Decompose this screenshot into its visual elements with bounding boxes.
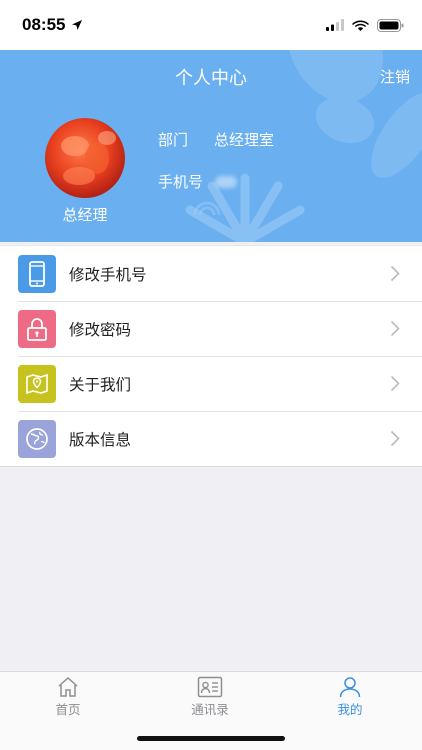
person-icon [339,677,361,698]
phone-value-redacted [215,175,238,188]
tab-home[interactable]: 首页 [28,676,108,718]
chevron-right-icon [390,430,400,447]
page-title: 个人中心 [175,68,247,89]
location-arrow-icon [72,20,83,30]
menu-item-label: 关于我们 [69,375,132,394]
logout-button[interactable]: 注销 [380,66,410,87]
tab-label: 首页 [55,702,81,717]
menu-item-label: 修改密码 [69,320,132,339]
status-indicators [326,18,404,32]
menu-item-version-info[interactable]: 版本信息 [0,411,422,466]
tab-label: 通讯录 [191,702,229,717]
avatar[interactable] [45,118,125,198]
department-label: 部门 [158,131,189,149]
tab-mine[interactable]: 我的 [310,676,390,718]
lock-icon [18,309,56,348]
phone-label: 手机号 [158,173,204,191]
home-indicator [137,736,285,741]
menu-item-about-us[interactable]: 关于我们 [0,356,422,411]
chevron-right-icon [390,375,400,392]
menu-item-label: 修改手机号 [69,265,147,284]
department-value: 总经理室 [214,131,275,149]
map-pin-icon [18,364,56,403]
chevron-right-icon [390,265,400,282]
menu-item-label: 版本信息 [69,430,132,449]
profile-header: 个人中心 注销 总经理 部门 总经理室 手机号 [0,50,422,242]
wifi-icon [352,20,369,31]
tab-label: 我的 [337,702,363,717]
role-label: 总经理 [62,206,108,224]
status-time: 08:55 [22,15,66,34]
avatar-image [45,118,125,198]
chevron-right-icon [390,320,400,337]
menu-item-change-phone[interactable]: 修改手机号 [0,246,422,301]
tab-contacts[interactable]: 通讯录 [170,676,250,718]
settings-menu: 修改手机号 修改密码 关于我们 版本信息 [0,245,422,467]
department-row: 部门 总经理室 [158,129,274,150]
globe-icon [18,419,56,458]
contacts-icon [197,676,223,698]
cellular-signal-icon [326,19,344,31]
battery-icon [377,18,404,32]
home-icon [58,676,78,697]
status-bar: 08:55 [0,0,422,50]
phone-row: 手机号 [158,171,238,192]
phone-icon [18,254,56,293]
menu-item-change-password[interactable]: 修改密码 [0,301,422,356]
